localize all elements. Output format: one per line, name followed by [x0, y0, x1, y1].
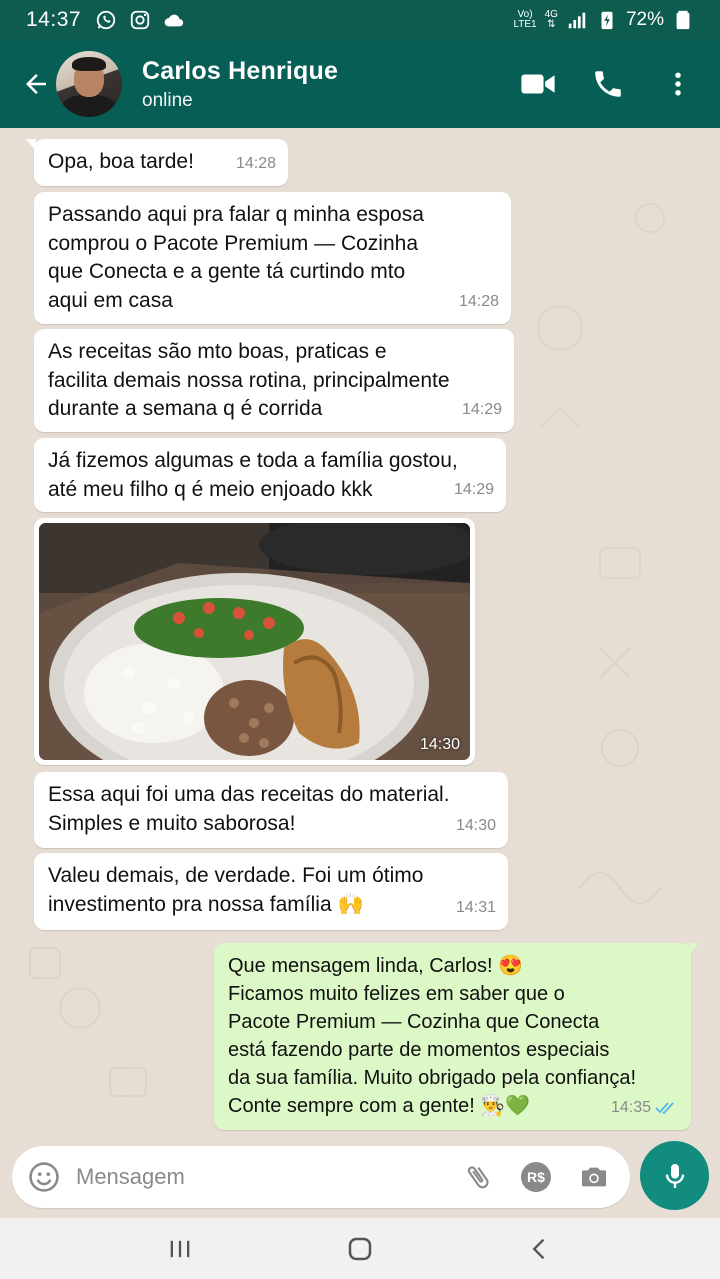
battery-charging-icon: [601, 11, 613, 30]
video-call-icon: [521, 74, 555, 94]
chat-area[interactable]: Opa, boa tarde! 14:28 Passando aqui pra …: [0, 128, 720, 1138]
message-time: 14:29: [461, 400, 502, 418]
message-bubble-incoming[interactable]: Opa, boa tarde! 14:28: [26, 139, 288, 186]
avatar[interactable]: [56, 51, 122, 117]
message-line: está fazendo parte de momentos especiais: [228, 1039, 610, 1061]
message-line: Ficamos muito felizes em saber que o: [228, 983, 565, 1005]
message-time: 14:29: [453, 480, 494, 498]
back-arrow-icon: [26, 74, 46, 94]
home-icon: [348, 1237, 372, 1260]
instagram-icon: [130, 10, 150, 30]
message-bubble-outgoing[interactable]: Que mensagem linda, Carlos! 😍 Ficamos mu…: [214, 943, 699, 1130]
message-line: Que mensagem linda, Carlos! 😍: [228, 955, 524, 977]
system-back-button[interactable]: [520, 1229, 560, 1269]
message-time: 14:35: [610, 1099, 651, 1116]
status-time: 14:37: [26, 8, 82, 31]
chat-header: Carlos Henrique online: [0, 40, 720, 128]
message-line: até meu filho q é meio enjoado kkk: [48, 477, 373, 501]
contact-status: online: [142, 89, 193, 111]
recents-button[interactable]: [160, 1229, 200, 1269]
voice-call-button[interactable]: [588, 64, 628, 104]
food-photo[interactable]: 14:30: [39, 523, 470, 760]
message-line: comprou o Pacote Premium — Cozinha: [48, 231, 418, 255]
signal-icon: [568, 12, 586, 29]
plate-image: [39, 523, 470, 760]
message-line: Conte sempre com a gente! 👨‍🍳💚: [228, 1095, 531, 1117]
home-button[interactable]: [340, 1229, 380, 1269]
message-placeholder: Mensagem: [76, 1164, 185, 1189]
status-bar: 14:37 Vo) LTE1 4G ⇅ 72%: [0, 0, 720, 40]
message-line: investimento pra nossa família 🙌: [48, 892, 364, 916]
mic-icon: [665, 1163, 684, 1188]
message-line: Já fizemos algumas e toda a família gost…: [48, 449, 458, 472]
nav-back-icon: [532, 1238, 545, 1259]
more-vert-icon: [675, 72, 681, 96]
message-line: durante a semana q é corrida: [48, 397, 323, 420]
phone-icon: [595, 71, 621, 97]
emoji-icon: [29, 1162, 59, 1192]
message-bubble-incoming[interactable]: Valeu demais, de verdade. Foi um ótimo i…: [34, 853, 508, 930]
message-bubble-incoming[interactable]: Passando aqui pra falar q minha esposa c…: [34, 192, 511, 324]
message-time: 14:28: [235, 154, 276, 172]
camera-button[interactable]: [576, 1159, 612, 1195]
voice-message-button[interactable]: [640, 1141, 709, 1210]
message-input[interactable]: Mensagem R$: [12, 1146, 630, 1208]
message-line: Valeu demais, de verdade. Foi um ótimo: [48, 864, 424, 887]
system-nav-bar: [0, 1218, 720, 1279]
payment-icon: R$: [521, 1162, 551, 1192]
message-line: que Conecta e a gente tá curtindo mto: [48, 260, 406, 283]
message-line: facilita demais nossa rotina, principalm…: [48, 368, 450, 392]
emoji-button[interactable]: [26, 1159, 62, 1195]
battery-icon: [676, 10, 690, 30]
message-line: aqui em casa: [48, 288, 173, 312]
message-line: Essa aqui foi uma das receitas do materi…: [48, 783, 450, 806]
message-bubble-incoming[interactable]: Essa aqui foi uma das receitas do materi…: [34, 772, 508, 848]
cloud-icon: [164, 14, 184, 27]
message-line: Passando aqui pra falar q minha esposa: [48, 203, 424, 226]
message-line: da sua família. Muito obrigado pela conf…: [228, 1067, 637, 1089]
camera-icon: [582, 1167, 606, 1187]
message-time: 14:30: [455, 816, 496, 834]
message-time: 14:28: [458, 292, 499, 310]
attach-icon: [467, 1166, 489, 1189]
image-message-bubble[interactable]: 14:30: [34, 518, 475, 765]
more-options-button[interactable]: [658, 64, 698, 104]
message-time: 14:31: [455, 898, 496, 916]
message-line: As receitas são mto boas, praticas e: [48, 340, 387, 363]
video-call-button[interactable]: [518, 64, 558, 104]
message-bubble-incoming[interactable]: Já fizemos algumas e toda a família gost…: [34, 438, 506, 512]
message-line: Simples e muito saborosa!: [48, 811, 296, 835]
contact-name: Carlos Henrique: [142, 56, 339, 85]
message-line: Pacote Premium — Cozinha que Conecta: [228, 1011, 600, 1033]
message-time: 14:30: [419, 736, 460, 753]
lte-label: LTE1: [513, 19, 537, 30]
message-bubble-incoming[interactable]: As receitas são mto boas, praticas e fac…: [34, 329, 514, 432]
contact-info[interactable]: Carlos Henrique online: [142, 57, 338, 112]
attach-button[interactable]: [460, 1159, 496, 1195]
whatsapp-icon: [96, 10, 116, 30]
battery-percent: 72%: [625, 9, 664, 30]
read-receipt-icon: [655, 1102, 674, 1115]
recents-icon: [170, 1240, 190, 1257]
network-label: 4G: [544, 9, 558, 20]
back-button[interactable]: [10, 58, 62, 110]
composer-bar: Mensagem R$: [0, 1138, 720, 1218]
payment-button[interactable]: R$: [518, 1159, 554, 1195]
